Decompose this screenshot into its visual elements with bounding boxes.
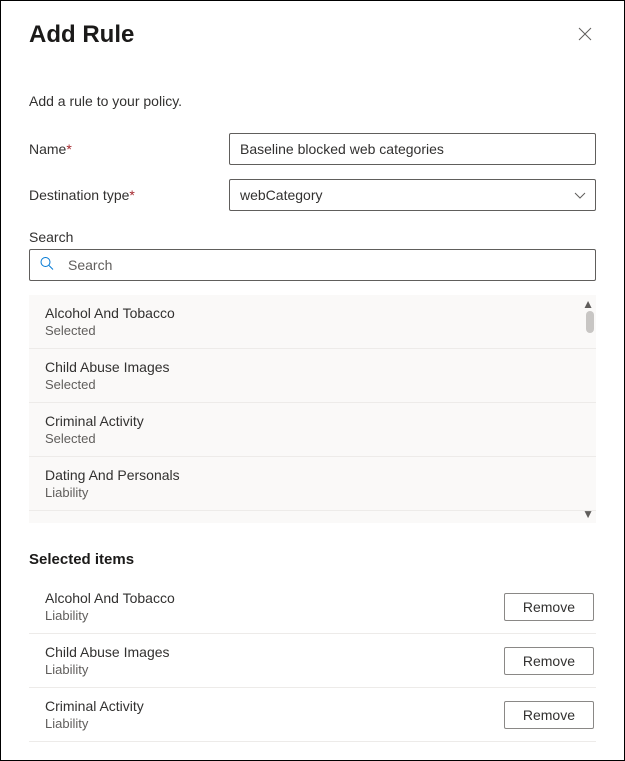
scroll-thumb[interactable]: [586, 311, 594, 333]
name-row: Name*: [29, 133, 596, 165]
scroll-up-icon[interactable]: ▲: [582, 297, 594, 311]
list-item-status: Selected: [45, 323, 580, 338]
search-icon: [39, 256, 55, 275]
list-item[interactable]: Alcohol And Tobacco Selected: [29, 295, 596, 349]
list-item-name: Child Abuse Images: [45, 359, 580, 375]
selected-item: Alcohol And Tobacco Liability Remove: [29, 580, 596, 634]
add-rule-panel: Add Rule Add a rule to your policy. Name…: [0, 0, 625, 761]
search-label: Search: [29, 229, 596, 245]
list-item-name: Alcohol And Tobacco: [45, 305, 580, 321]
close-button[interactable]: [574, 22, 596, 48]
selected-item: Child Abuse Images Liability Remove: [29, 634, 596, 688]
selected-item-info: Child Abuse Images Liability: [45, 644, 170, 677]
list-item[interactable]: Criminal Activity Selected: [29, 403, 596, 457]
search-wrapper: [29, 249, 596, 281]
remove-button[interactable]: Remove: [504, 593, 594, 621]
available-list: Alcohol And Tobacco Selected Child Abuse…: [29, 295, 596, 523]
selected-item-category: Liability: [45, 716, 144, 731]
remove-button[interactable]: Remove: [504, 701, 594, 729]
selected-item-category: Liability: [45, 662, 170, 677]
search-input[interactable]: [29, 249, 596, 281]
list-item-status: Selected: [45, 377, 580, 392]
selected-item-name: Alcohol And Tobacco: [45, 590, 175, 606]
close-icon: [578, 27, 592, 41]
selected-item-name: Child Abuse Images: [45, 644, 170, 660]
selected-item-info: Criminal Activity Liability: [45, 698, 144, 731]
list-item[interactable]: Child Abuse Images Selected: [29, 349, 596, 403]
name-input[interactable]: [229, 133, 596, 165]
list-item-status: Selected: [45, 431, 580, 446]
selected-item-name: Criminal Activity: [45, 698, 144, 714]
selected-item: Criminal Activity Liability Remove: [29, 688, 596, 742]
panel-title: Add Rule: [29, 21, 134, 49]
list-item-status: Liability: [45, 485, 580, 500]
list-item-name: Criminal Activity: [45, 413, 580, 429]
name-label: Name*: [29, 141, 229, 157]
selected-item-category: Liability: [45, 608, 175, 623]
panel-subtitle: Add a rule to your policy.: [29, 93, 596, 109]
scroll-down-icon[interactable]: ▼: [582, 507, 594, 521]
destination-type-label: Destination type*: [29, 187, 229, 203]
list-item-name: Dating And Personals: [45, 467, 580, 483]
destination-type-row: Destination type*: [29, 179, 596, 211]
remove-button[interactable]: Remove: [504, 647, 594, 675]
destination-type-select-wrapper: [229, 179, 596, 211]
available-list-viewport[interactable]: Alcohol And Tobacco Selected Child Abuse…: [29, 295, 596, 523]
required-asterisk: *: [66, 141, 71, 157]
required-asterisk: *: [129, 187, 134, 203]
selected-items-header: Selected items: [29, 551, 596, 568]
list-item[interactable]: Dating And Personals Liability: [29, 457, 596, 511]
selected-item-info: Alcohol And Tobacco Liability: [45, 590, 175, 623]
destination-type-select[interactable]: [229, 179, 596, 211]
panel-header: Add Rule: [29, 21, 596, 49]
